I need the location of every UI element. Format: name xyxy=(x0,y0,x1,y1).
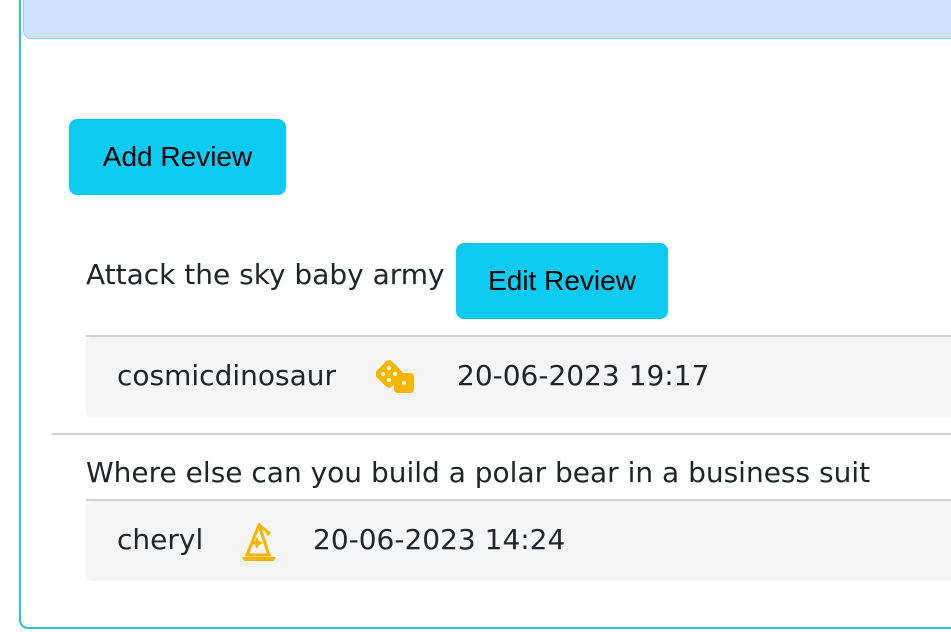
review-meta: cosmicdinosaur 20-06-2023 19:17 xyxy=(86,337,951,417)
review-meta: cheryl 20-06-2023 14:24 xyxy=(86,501,951,581)
review-username: cheryl xyxy=(117,523,204,556)
edit-review-button[interactable]: Edit Review xyxy=(456,243,668,319)
review-timestamp: 20-06-2023 14:24 xyxy=(313,523,566,556)
review-separator xyxy=(52,433,951,435)
review-text: Attack the sky baby army xyxy=(86,258,445,291)
review-timestamp: 20-06-2023 19:17 xyxy=(457,359,710,392)
card-header xyxy=(23,0,951,39)
add-review-button[interactable]: Add Review xyxy=(69,119,286,195)
review-text: Where else can you build a polar bear in… xyxy=(86,456,871,489)
review-username: cosmicdinosaur xyxy=(117,359,336,392)
wizard-hat-icon xyxy=(239,520,281,563)
dice-icon xyxy=(375,359,418,399)
